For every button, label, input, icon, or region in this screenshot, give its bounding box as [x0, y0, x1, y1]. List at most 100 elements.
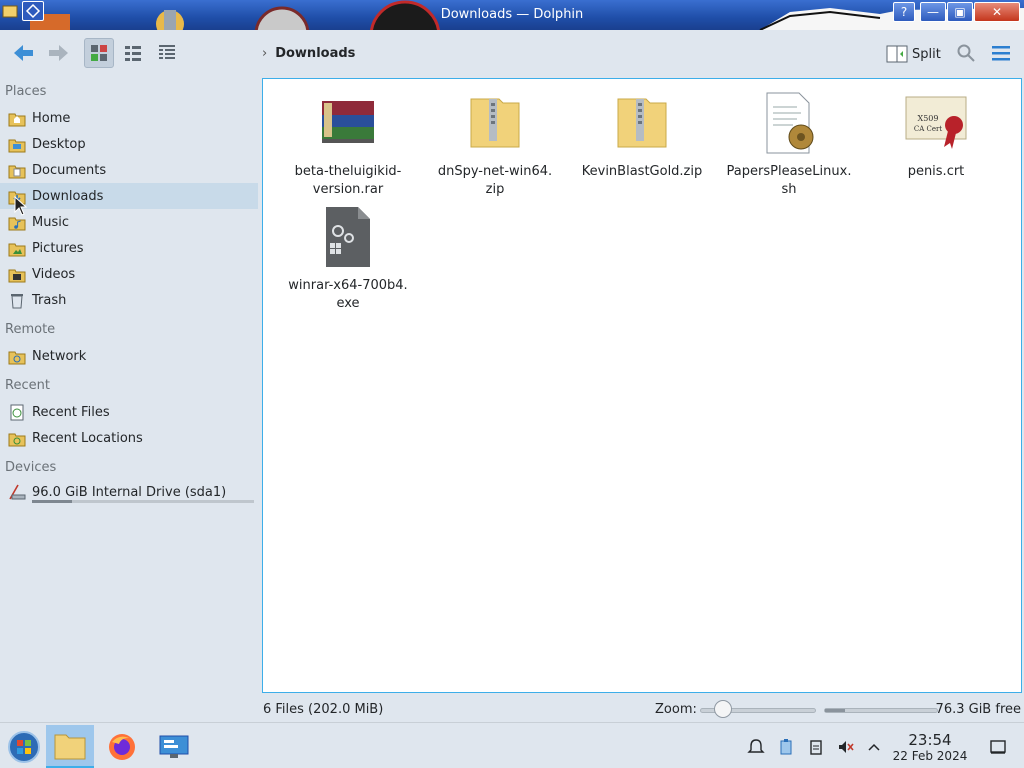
file-item[interactable]: PapersPleaseLinux. sh — [724, 91, 854, 199]
sidebar-item-music[interactable]: Music — [0, 209, 258, 235]
compact-view-button[interactable] — [118, 38, 148, 68]
documents-folder-icon — [8, 165, 26, 179]
sidebar-item-label: Recent Files — [32, 404, 110, 420]
sidebar-item-label: Pictures — [32, 240, 84, 256]
free-space-label: 76.3 GiB free — [935, 702, 1021, 717]
sidebar-item-label: Desktop — [32, 136, 86, 152]
sidebar-item-home[interactable]: Home — [0, 105, 258, 131]
zoom-label: Zoom: — [655, 702, 697, 717]
firefox-icon — [109, 734, 135, 760]
help-button[interactable]: ? — [893, 2, 915, 22]
clipboard-status-icon[interactable] — [776, 737, 796, 757]
drive-usage-bar — [32, 500, 254, 503]
rar-archive-icon — [322, 101, 374, 143]
zip-folder-icon — [470, 98, 520, 148]
compact-view-icon — [125, 46, 141, 61]
desktop-folder-icon — [8, 139, 26, 153]
file-view[interactable]: beta-theluigikid-version.rar dnSpy-net-w… — [262, 78, 1022, 693]
split-label: Split — [912, 46, 941, 62]
volume-muted-icon[interactable] — [836, 737, 856, 757]
mouse-cursor-icon — [14, 196, 28, 216]
forward-button[interactable] — [44, 38, 74, 68]
task-dolphin[interactable] — [46, 725, 94, 768]
remote-header: Remote — [5, 322, 56, 337]
maximize-button[interactable]: ▣ — [947, 2, 973, 22]
sidebar-item-label: Music — [32, 214, 69, 230]
window-title: Downloads — Dolphin — [440, 7, 584, 22]
breadcrumb-current[interactable]: Downloads — [275, 46, 355, 61]
devices-header: Devices — [5, 460, 57, 475]
show-desktop-icon[interactable] — [988, 737, 1008, 757]
svg-text:CA Cert: CA Cert — [914, 125, 942, 133]
pictures-folder-icon — [8, 243, 26, 257]
details-view-button[interactable] — [152, 38, 182, 68]
file-item[interactable]: beta-theluigikid-version.rar — [283, 91, 413, 199]
digital-clock[interactable]: 23:54 22 Feb 2024 — [888, 732, 972, 764]
clipboard-icon[interactable] — [806, 737, 826, 757]
icons-view-button[interactable] — [84, 38, 114, 68]
task-system-settings[interactable] — [150, 725, 198, 768]
recent-locations-icon — [8, 433, 26, 447]
file-name: dnSpy-net-win64. zip — [437, 164, 553, 197]
sidebar-item-desktop[interactable]: Desktop — [0, 131, 258, 157]
svg-text:X509: X509 — [918, 114, 939, 123]
drive-usage-fill — [32, 500, 72, 503]
exe-file-icon — [326, 207, 370, 267]
folder-icon — [54, 734, 86, 759]
notifications-icon[interactable] — [746, 737, 766, 757]
file-item[interactable]: winrar-x64-700b4. exe — [283, 205, 413, 313]
back-arrow-icon — [14, 45, 33, 61]
minimize-button[interactable]: — — [920, 2, 946, 22]
search-icon — [957, 44, 975, 62]
taskbar: 23:54 22 Feb 2024 — [0, 722, 1024, 768]
places-header: Places — [5, 84, 47, 99]
sidebar-item-downloads[interactable]: Downloads — [0, 183, 258, 209]
free-space-fill — [825, 709, 846, 712]
details-view-icon — [159, 45, 175, 59]
file-item[interactable]: KevinBlastGold.zip — [577, 91, 707, 181]
breadcrumb-chevron-icon[interactable]: › — [262, 46, 267, 61]
videos-folder-icon — [8, 269, 26, 283]
sidebar-item-network[interactable]: Network — [0, 343, 258, 369]
sidebar-item-videos[interactable]: Videos — [0, 261, 258, 287]
file-item[interactable]: dnSpy-net-win64. zip — [430, 91, 560, 199]
sidebar-item-label: Home — [32, 110, 71, 126]
tray-expand-chevron-icon[interactable] — [864, 737, 884, 757]
breadcrumb[interactable]: › Downloads — [262, 46, 355, 61]
split-button[interactable]: Split — [886, 42, 941, 66]
shell-script-icon — [766, 92, 814, 154]
back-button[interactable] — [8, 38, 38, 68]
system-settings-icon — [159, 735, 189, 758]
search-button[interactable] — [951, 38, 981, 68]
toolbar: › Downloads Split — [0, 30, 1024, 78]
file-name: beta-theluigikid-version.rar — [294, 164, 402, 197]
hamburger-menu-icon — [992, 46, 1010, 61]
sidebar-item-label: Downloads — [32, 188, 104, 204]
task-firefox[interactable] — [98, 725, 146, 768]
split-view-icon — [886, 45, 908, 63]
file-name: KevinBlastGold.zip — [581, 164, 703, 179]
sidebar-item-recent-files[interactable]: Recent Files — [0, 399, 258, 425]
icons-view-icon — [91, 45, 107, 61]
clock-date: 22 Feb 2024 — [892, 749, 968, 763]
file-name: winrar-x64-700b4. exe — [288, 278, 408, 311]
hamburger-menu-button[interactable] — [986, 38, 1016, 68]
sidebar-item-trash[interactable]: Trash — [0, 287, 258, 313]
recent-files-icon — [10, 404, 24, 421]
zoom-slider-handle[interactable] — [714, 700, 733, 718]
title-bar[interactable]: Downloads — Dolphin ? — ▣ ✕ — [0, 0, 1024, 30]
sidebar-item-documents[interactable]: Documents — [0, 157, 258, 183]
free-space-bar — [824, 708, 938, 713]
home-folder-icon — [8, 113, 26, 127]
application-launcher-button[interactable] — [0, 725, 48, 768]
trash-icon — [11, 294, 23, 309]
forward-arrow-icon — [49, 45, 68, 61]
sidebar-item-label: Trash — [32, 292, 67, 308]
sidebar-item-recent-locations[interactable]: Recent Locations — [0, 425, 258, 451]
file-name: PapersPleaseLinux. sh — [726, 164, 852, 197]
sidebar-item-pictures[interactable]: Pictures — [0, 235, 258, 261]
sidebar-item-label: Recent Locations — [32, 430, 143, 446]
file-count: 6 Files (202.0 MiB) — [263, 702, 384, 717]
close-button[interactable]: ✕ — [974, 2, 1020, 22]
file-item[interactable]: X509 CA Cert penis.crt — [871, 91, 1001, 181]
